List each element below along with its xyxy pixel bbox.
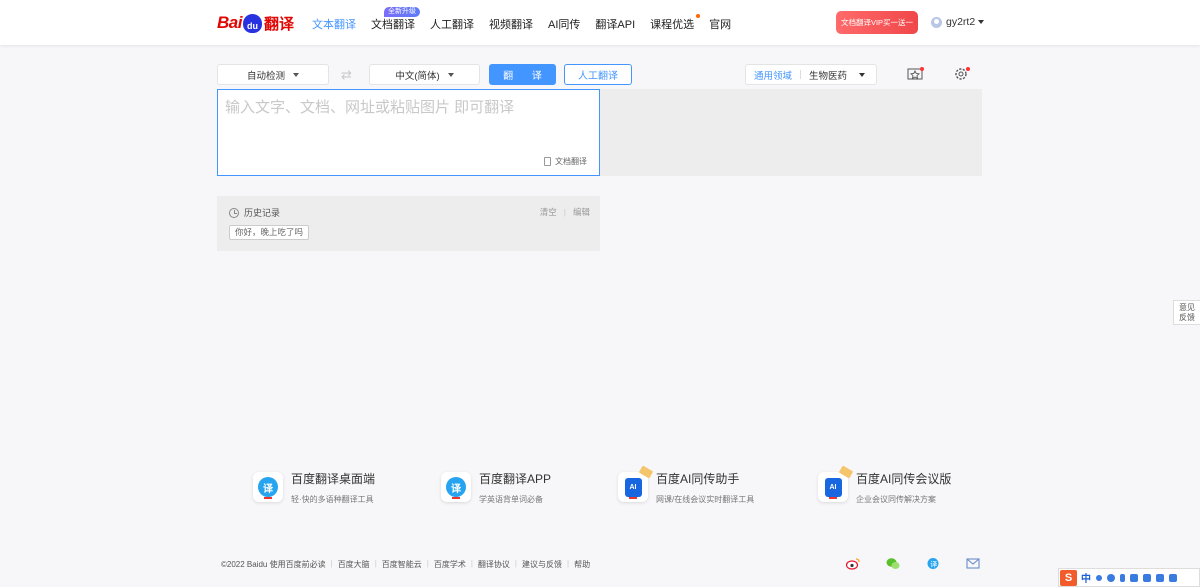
footer-link[interactable]: ©2022 Baidu 使用百度前必读	[221, 559, 326, 570]
product-desktop[interactable]: 译 百度翻译桌面端 轻·快的多语种翻译工具	[253, 472, 375, 505]
ime-mode[interactable]: 中	[1081, 570, 1091, 585]
domain-select[interactable]: 通用领域 生物医药	[745, 64, 877, 85]
username: gy2rt2	[946, 16, 976, 28]
nav-ai-interpret[interactable]: AI同传	[548, 16, 580, 32]
doc-translate-link[interactable]: 文档翻译	[544, 156, 587, 167]
notification-dot	[966, 67, 970, 71]
source-text-input[interactable]: 输入文字、文档、网址或粘贴图片 即可翻译 文档翻译	[217, 89, 600, 176]
feedback-button[interactable]: 意见 反馈	[1173, 300, 1200, 325]
product-ai-interpreter[interactable]: AI 百度AI同传助手 网课/在线会议实时翻译工具	[618, 465, 754, 505]
chevron-down-icon	[447, 72, 454, 77]
footer-link[interactable]: 帮助	[574, 559, 590, 570]
nav-text-translate[interactable]: 文本翻译	[312, 16, 356, 32]
translation-output	[600, 89, 982, 176]
wechat-icon[interactable]	[886, 557, 900, 570]
history-clock-icon	[229, 207, 239, 218]
nav-courses[interactable]: 课程优选	[650, 14, 701, 32]
history-title: 历史记录	[244, 208, 281, 218]
domain-value: 生物医药	[809, 70, 848, 82]
translate-button[interactable]: 翻 译	[489, 64, 556, 85]
chevron-down-icon	[293, 72, 299, 77]
avatar	[931, 16, 942, 28]
nav-human-translate[interactable]: 人工翻译	[430, 16, 474, 32]
human-translate-button[interactable]: 人工翻译	[564, 64, 632, 85]
vip-promo-button[interactable]: 文档翻译VIP买一送一	[836, 11, 918, 34]
punctuation-icon[interactable]	[1096, 574, 1102, 581]
ai-interpreter-icon: AI	[618, 465, 654, 502]
emoji-icon[interactable]	[1107, 573, 1115, 582]
weibo-icon[interactable]	[846, 557, 860, 570]
footer-link[interactable]: 翻译协议	[478, 559, 510, 570]
footer-link[interactable]: 建议与反馈	[522, 559, 562, 570]
notification-dot	[920, 67, 924, 71]
user-icon[interactable]	[1143, 573, 1151, 582]
keyboard-icon[interactable]	[1130, 573, 1138, 582]
product-app[interactable]: 译 百度翻译APP 学英语背单词必备	[441, 472, 551, 505]
notification-dot	[696, 14, 701, 18]
top-header: Bai du 翻译 文本翻译 文档翻译 全新升级 人工翻译 视频翻译 AI同传 翻…	[0, 0, 1200, 45]
baidu-paw-icon: du	[242, 13, 262, 33]
grid-icon[interactable]	[1169, 573, 1177, 582]
target-language-select[interactable]: 中文(简体)	[369, 64, 480, 85]
nav-doc-translate[interactable]: 文档翻译 全新升级	[371, 7, 420, 32]
source-language-select[interactable]: 自动检测	[217, 64, 329, 85]
nav-official-site[interactable]: 官网	[709, 16, 731, 32]
footer-link[interactable]: 百度学术	[434, 559, 466, 570]
history-item[interactable]: 你好，晚上吃了吗	[229, 225, 310, 240]
mail-icon[interactable]	[966, 557, 980, 570]
document-icon	[544, 157, 551, 166]
translate-app-icon: 译	[253, 472, 283, 502]
swap-languages-icon[interactable]: ⇄	[341, 67, 352, 83]
microphone-icon[interactable]	[1120, 573, 1125, 582]
domain-label: 通用领域	[754, 70, 793, 82]
user-menu[interactable]: gy2rt2	[931, 16, 985, 28]
history-clear-button[interactable]: 清空	[540, 207, 557, 217]
svg-text:译: 译	[930, 560, 937, 568]
sogou-ime-icon[interactable]: S	[1060, 569, 1077, 586]
main-nav: 文本翻译 文档翻译 全新升级 人工翻译 视频翻译 AI同传 翻译API 课程优选 …	[312, 7, 746, 32]
footer-link[interactable]: 百度大脑	[338, 559, 370, 570]
ime-toolbar: S 中	[1058, 568, 1200, 587]
chevron-down-icon	[859, 73, 865, 77]
baidu-translate-logo[interactable]: Bai du 翻译	[217, 11, 294, 35]
skin-icon[interactable]	[1156, 573, 1164, 582]
nav-video-translate[interactable]: 视频翻译	[489, 16, 533, 32]
history-panel: 历史记录 清空 | 编辑 你好，晚上吃了吗	[217, 196, 600, 251]
app-download-icon[interactable]: 译	[927, 557, 941, 570]
input-placeholder: 输入文字、文档、网址或粘贴图片 即可翻译	[225, 99, 515, 116]
footer-links: ©2022 Baidu 使用百度前必读 | 百度大脑 | 百度智能云 | 百度学术 | …	[221, 559, 591, 570]
history-edit-button[interactable]: 编辑	[573, 207, 590, 217]
product-ai-meeting[interactable]: AI 百度AI同传会议版 企业会议同传解决方案	[818, 465, 951, 505]
footer-link[interactable]: 百度智能云	[382, 559, 422, 570]
chevron-down-icon	[978, 20, 985, 24]
ai-interpreter-icon: AI	[818, 465, 854, 502]
nav-translate-api[interactable]: 翻译API	[595, 16, 635, 32]
translate-app-icon: 译	[441, 472, 471, 502]
new-upgrade-badge: 全新升级	[384, 7, 420, 17]
